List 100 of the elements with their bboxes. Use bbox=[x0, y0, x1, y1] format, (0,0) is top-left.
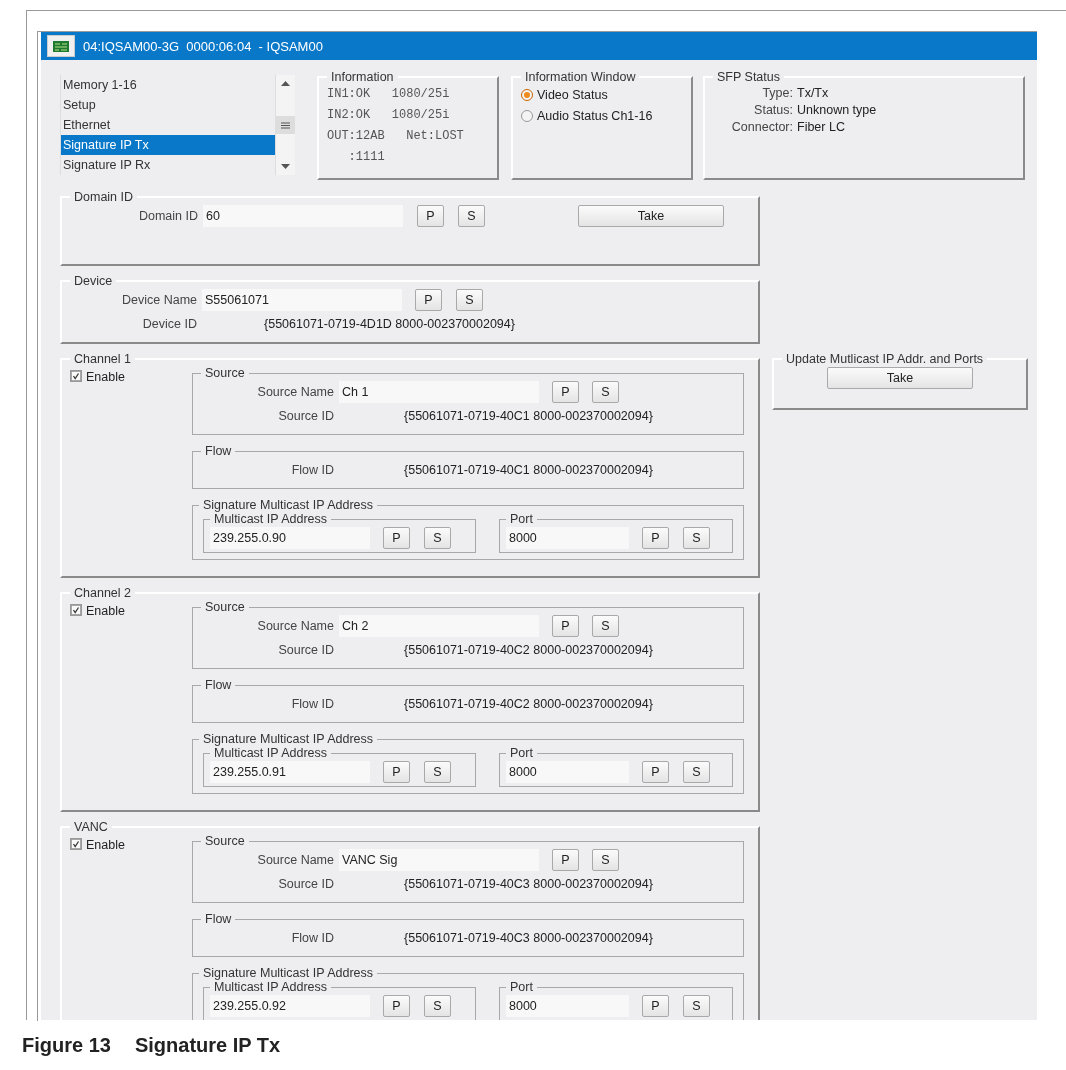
port-field[interactable]: 8000 bbox=[506, 995, 629, 1017]
ip-address-field[interactable]: 239.255.0.92 bbox=[210, 995, 370, 1017]
status-label: Status: bbox=[753, 103, 793, 117]
p-button[interactable]: P bbox=[642, 995, 669, 1017]
p-button[interactable]: P bbox=[552, 849, 579, 871]
status-line: OUT:12AB Net:LOST bbox=[327, 128, 465, 145]
checkbox-label: Enable bbox=[86, 838, 125, 852]
list-item[interactable]: Signature IP Rx bbox=[61, 155, 275, 175]
group-title: Flow bbox=[204, 912, 233, 926]
flow-id-value: {55061071-0719-40C3 8000-002370002094} bbox=[404, 931, 653, 945]
group-title: Information Window bbox=[524, 70, 637, 84]
radio-label: Audio Status Ch1-16 bbox=[537, 108, 653, 123]
field-label: Source Name bbox=[256, 619, 335, 633]
checkbox[interactable] bbox=[70, 604, 82, 616]
group-title: Flow bbox=[204, 678, 233, 692]
source-id-value: {55061071-0719-40C2 8000-002370002094} bbox=[404, 643, 653, 657]
device-id-value: {55061071-0719-4D1D 8000-002370002094} bbox=[264, 317, 515, 331]
p-button[interactable]: P bbox=[642, 761, 669, 783]
s-button[interactable]: S bbox=[424, 761, 451, 783]
scrollbar[interactable] bbox=[275, 75, 295, 175]
domain-id-field[interactable]: 60 bbox=[203, 205, 403, 227]
field-label: Source ID bbox=[277, 409, 335, 423]
take-button[interactable]: Take bbox=[827, 367, 973, 389]
p-button[interactable]: P bbox=[417, 205, 444, 227]
p-button[interactable]: P bbox=[383, 995, 410, 1017]
port-field[interactable]: 8000 bbox=[506, 527, 629, 549]
checkbox[interactable] bbox=[70, 370, 82, 382]
list-item[interactable]: Ethernet bbox=[61, 115, 275, 135]
flow-id-value: {55061071-0719-40C1 8000-002370002094} bbox=[404, 463, 653, 477]
group-title: SFP Status bbox=[716, 70, 781, 84]
group-title: Source bbox=[204, 834, 246, 848]
checkbox-label: Enable bbox=[86, 370, 125, 384]
ip-address-field[interactable]: 239.255.0.90 bbox=[210, 527, 370, 549]
p-button[interactable]: P bbox=[552, 381, 579, 403]
s-button[interactable]: S bbox=[458, 205, 485, 227]
source-name-field[interactable]: Ch 2 bbox=[339, 615, 539, 637]
flow-id-value: {55061071-0719-40C2 8000-002370002094} bbox=[404, 697, 653, 711]
group-title: Channel 1 bbox=[73, 352, 132, 366]
port-field[interactable]: 8000 bbox=[506, 761, 629, 783]
s-button[interactable]: S bbox=[424, 995, 451, 1017]
s-button[interactable]: S bbox=[592, 849, 619, 871]
field-label: Source ID bbox=[277, 643, 335, 657]
s-button[interactable]: S bbox=[683, 527, 710, 549]
source-name-field[interactable]: Ch 1 bbox=[339, 381, 539, 403]
group-title: Port bbox=[509, 512, 534, 526]
status-label: Connector: bbox=[730, 120, 793, 134]
group-title: Flow bbox=[204, 444, 233, 458]
list-item[interactable]: Signature IP Tx bbox=[61, 135, 275, 155]
take-button[interactable]: Take bbox=[578, 205, 724, 227]
group-title: Source bbox=[204, 600, 246, 614]
checkbox[interactable] bbox=[70, 838, 82, 850]
s-button[interactable]: S bbox=[592, 381, 619, 403]
group-title: Information bbox=[330, 70, 395, 84]
circuit-board-icon bbox=[53, 40, 69, 52]
group-title: Source bbox=[204, 366, 246, 380]
p-button[interactable]: P bbox=[383, 527, 410, 549]
group-title: Update Mutlicast IP Addr. and Ports bbox=[785, 352, 985, 366]
p-button[interactable]: P bbox=[383, 761, 410, 783]
field-label: Domain ID bbox=[137, 209, 199, 223]
status-value: Unknown type bbox=[797, 103, 878, 117]
device-name-field[interactable]: S55061071 bbox=[202, 289, 402, 311]
s-button[interactable]: S bbox=[456, 289, 483, 311]
list-item[interactable]: Memory 1-16 bbox=[61, 75, 275, 95]
list-item[interactable]: Setup bbox=[61, 95, 275, 115]
radio-label: Video Status bbox=[537, 87, 608, 102]
p-button[interactable]: P bbox=[642, 527, 669, 549]
status-value: Tx/Tx bbox=[797, 86, 830, 100]
field-label: Source ID bbox=[277, 877, 335, 891]
group-title: Port bbox=[509, 746, 534, 760]
group-title: Device bbox=[73, 274, 114, 288]
group-title: Multicast IP Address bbox=[213, 746, 328, 760]
radio-button[interactable] bbox=[521, 88, 533, 101]
field-label: Flow ID bbox=[290, 463, 335, 477]
window-title: 04:IQSAM00-3G 0000:06:04 - IQSAM00 bbox=[83, 38, 323, 54]
field-label: Device ID bbox=[141, 317, 198, 331]
p-button[interactable]: P bbox=[552, 615, 579, 637]
field-label: Source Name bbox=[256, 385, 335, 399]
group-title: Signature Multicast IP Address bbox=[202, 498, 374, 512]
s-button[interactable]: S bbox=[424, 527, 451, 549]
p-button[interactable]: P bbox=[415, 289, 442, 311]
group-title: Signature Multicast IP Address bbox=[202, 732, 374, 746]
radio-button[interactable] bbox=[521, 109, 533, 122]
field-label: Flow ID bbox=[290, 697, 335, 711]
s-button[interactable]: S bbox=[592, 615, 619, 637]
group-title: Port bbox=[509, 980, 534, 994]
figure-number: Figure 13 bbox=[22, 1034, 111, 1057]
group-title: Channel 2 bbox=[73, 586, 132, 600]
status-line: :1111 bbox=[347, 149, 386, 166]
ip-address-field[interactable]: 239.255.0.91 bbox=[210, 761, 370, 783]
source-id-value: {55061071-0719-40C1 8000-002370002094} bbox=[404, 409, 653, 423]
s-button[interactable]: S bbox=[683, 761, 710, 783]
window-icon-button[interactable] bbox=[47, 35, 75, 57]
group-title: Signature Multicast IP Address bbox=[202, 966, 374, 980]
status-label: Type: bbox=[761, 86, 793, 100]
source-name-field[interactable]: VANC Sig bbox=[339, 849, 539, 871]
status-line: IN2:OK 1080/25i bbox=[327, 107, 451, 124]
s-button[interactable]: S bbox=[683, 995, 710, 1017]
checkbox-label: Enable bbox=[86, 604, 125, 618]
source-id-value: {55061071-0719-40C3 8000-002370002094} bbox=[404, 877, 653, 891]
scroll-thumb[interactable] bbox=[276, 116, 295, 134]
